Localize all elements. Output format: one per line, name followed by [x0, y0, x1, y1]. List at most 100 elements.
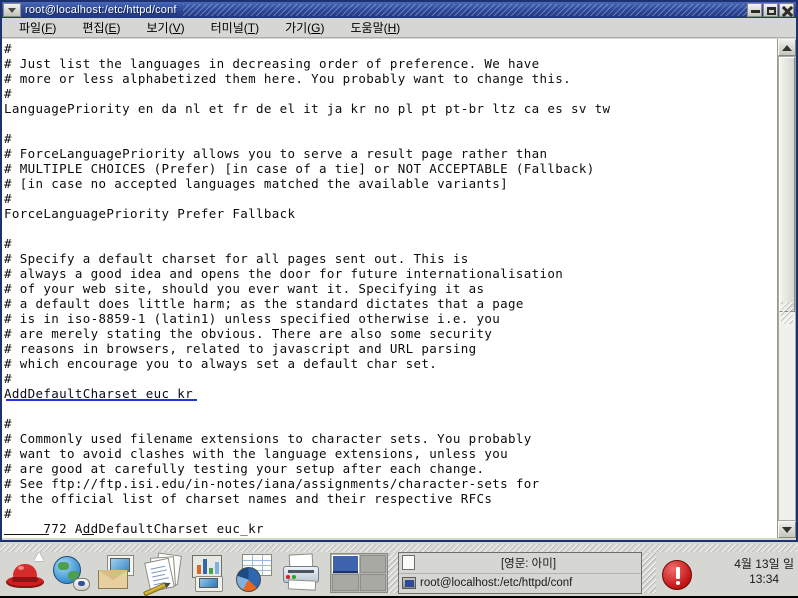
terminal-line: #	[4, 41, 12, 56]
menu-close-paren-view: )	[180, 20, 185, 35]
terminal-text-area[interactable]: # # Just list the languages in decreasing…	[2, 39, 777, 538]
workspace-2[interactable]	[359, 555, 386, 573]
task-item-input-method[interactable]: [영문: 아미]	[399, 553, 641, 573]
terminal-line: # of your web site, should you ever want…	[4, 281, 485, 296]
terminal-line: # are merely stating the obvious. There …	[4, 326, 493, 341]
red-hat-icon-highlight	[18, 566, 24, 570]
chart-bar-1	[197, 565, 201, 574]
alert-bar	[676, 567, 680, 579]
clock-time: 13:34	[749, 572, 780, 586]
terminal-line: # reasons in browsers, related to javasc…	[4, 341, 477, 356]
chart-bar-3	[209, 568, 213, 574]
titlebar-filler	[182, 4, 747, 16]
taskbar: [영문: 아미] root@localhost:/etc/httpd/conf …	[0, 540, 798, 597]
menu-label-file: 파일(	[19, 20, 46, 35]
scroll-down-button[interactable]	[778, 521, 796, 538]
menu-close-paren-help: )	[396, 20, 401, 35]
terminal-line: # Specify a default charset for all page…	[4, 251, 469, 266]
minimize-button[interactable]	[747, 3, 762, 17]
menu-accel-help: H	[387, 20, 397, 35]
minimize-icon	[751, 10, 760, 13]
menu-accel-terminal: T	[247, 20, 256, 35]
terminal-line: # MULTIPLE CHOICES (Prefer) [in case of …	[4, 161, 595, 176]
scroll-up-button[interactable]	[778, 39, 796, 56]
scrollbar-thumb[interactable]	[779, 57, 795, 312]
terminal-body: # # Just list the languages in decreasing…	[2, 39, 796, 538]
triangle-badge-icon	[34, 552, 44, 561]
workspace-3[interactable]	[332, 573, 359, 591]
pie-chart-icon	[236, 567, 261, 592]
terminal-scrollbar[interactable]	[777, 39, 796, 538]
launcher-spreadsheet[interactable]	[234, 552, 276, 594]
terminal-line: #	[4, 236, 12, 251]
document-icon	[402, 555, 415, 570]
triangle-up-icon	[782, 44, 792, 51]
terminal-line: AddDefaultCharset euc_kr	[4, 386, 777, 401]
sheet-row-2	[243, 565, 271, 566]
menu-item-help[interactable]: 도움말(H)	[338, 17, 414, 39]
scrollbar-trough[interactable]	[778, 56, 796, 521]
menu-item-file[interactable]: 파일(F)	[6, 17, 69, 39]
menu-item-terminal[interactable]: 터미널(T)	[198, 17, 272, 39]
terminal-line: # is in iso-8859-1 (latin1) unless speci…	[4, 311, 501, 326]
workspace-1[interactable]	[332, 555, 359, 573]
menu-label-terminal: 터미널(	[210, 20, 248, 35]
menu-item-view[interactable]: 보기(V)	[134, 17, 198, 39]
terminal-line: #	[4, 416, 12, 431]
launcher-text-editor[interactable]	[142, 552, 184, 597]
terminal-line: ForceLanguagePriority Prefer Fallback	[4, 206, 296, 221]
chevron-down-icon	[8, 7, 16, 13]
menu-bar: 파일(F) 편집(E) 보기(V) 터미널(T) 가기(G) 도움말(H)	[2, 18, 796, 38]
clock-date: 4월 13일 일	[734, 557, 794, 571]
terminal-line: # Commonly used filename extensions to c…	[4, 431, 532, 446]
alert-exclamation-icon[interactable]	[662, 560, 692, 590]
task-item-terminal[interactable]: root@localhost:/etc/httpd/conf	[399, 572, 641, 593]
printer-slot	[288, 570, 314, 573]
panel-handle-tray[interactable]	[642, 553, 656, 593]
terminal-line: # are good at carefully testing your set…	[4, 461, 485, 476]
window-menu-button[interactable]	[3, 3, 21, 17]
launcher-mail-client[interactable]	[96, 552, 138, 594]
terminal-line: #	[4, 131, 12, 146]
launcher-presentation[interactable]	[188, 552, 230, 594]
terminal-icon	[402, 577, 416, 589]
panel-handle-pager[interactable]	[388, 553, 398, 593]
terminal-line: # a default does little harm; as the sta…	[4, 296, 524, 311]
clock[interactable]: 4월 13일 일 13:34	[734, 551, 794, 587]
menu-item-go[interactable]: 가기(G)	[272, 17, 337, 39]
triangle-down-icon	[782, 526, 792, 533]
workspace-switcher[interactable]	[330, 553, 388, 593]
sheet-row-1	[243, 560, 271, 561]
mouse-button-detail	[78, 581, 85, 586]
terminal-line: # want to avoid clashes with the languag…	[4, 446, 509, 461]
terminal-line: # always a good idea and opens the door …	[4, 266, 564, 281]
task-label: [영문: 아미]	[500, 557, 557, 570]
document-line-3	[152, 573, 166, 578]
menu-label-help: 도움말(	[350, 20, 388, 35]
window-titlebar[interactable]: root@localhost:/etc/httpd/conf	[2, 2, 796, 18]
terminal-window: root@localhost:/etc/httpd/conf 파일(F) 편집(…	[0, 0, 798, 540]
globe-land-a	[58, 562, 69, 570]
maximize-button[interactable]	[763, 3, 778, 17]
menu-label-view: 보기(	[146, 20, 173, 35]
terminal-line: #	[4, 371, 12, 386]
scrollbar-grip	[781, 302, 793, 324]
presentation-icon	[192, 555, 222, 578]
menu-accel-go: G	[311, 20, 321, 35]
sheet-col-2	[262, 555, 263, 575]
terminal-line: #	[4, 86, 12, 101]
launcher-red-hat-menu[interactable]	[4, 552, 46, 594]
task-label: root@localhost:/etc/httpd/conf	[420, 577, 573, 589]
terminal-line: # which encourage you to always set a de…	[4, 356, 438, 371]
window-controls	[747, 3, 796, 18]
close-button[interactable]	[779, 3, 794, 18]
menu-item-edit[interactable]: 편집(E)	[69, 17, 133, 39]
menu-label-edit: 편집(	[82, 20, 109, 35]
menu-close-paren-terminal: )	[255, 20, 260, 35]
launcher-area	[0, 548, 326, 597]
launcher-web-browser[interactable]	[50, 552, 92, 594]
terminal-line: # ForceLanguagePriority allows you to se…	[4, 146, 548, 161]
launcher-printer[interactable]	[280, 552, 322, 594]
workspace-4[interactable]	[359, 573, 386, 591]
